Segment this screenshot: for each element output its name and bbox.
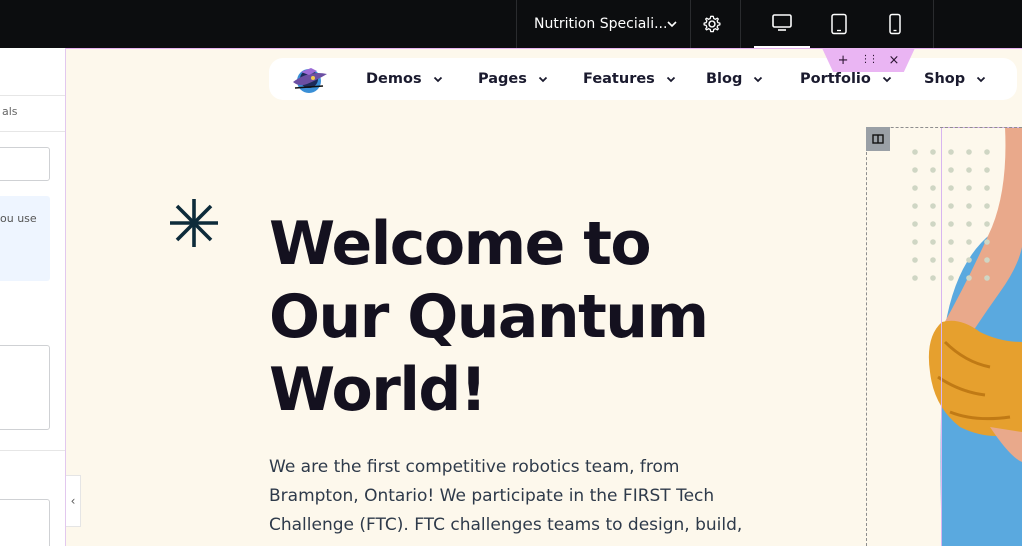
nav-features-label: Features	[583, 71, 655, 87]
chevron-down-icon	[976, 76, 986, 83]
team-logo[interactable]	[287, 62, 331, 96]
chevron-down-icon	[882, 76, 891, 83]
tablet-icon	[831, 13, 847, 35]
hero-headline: Welcome to Our Quantum World!	[269, 208, 709, 427]
chevron-down-icon	[667, 21, 677, 28]
nav-shop[interactable]: Shop	[924, 58, 987, 100]
nav-features[interactable]: Features	[583, 58, 677, 100]
page-selector[interactable]: Nutrition Speciali...	[517, 0, 690, 48]
topbar-divider	[740, 0, 741, 48]
panel-divider	[0, 450, 65, 451]
nav-blog-label: Blog	[706, 71, 743, 87]
drag-handle-icon[interactable]: ⋮⋮	[861, 55, 879, 65]
panel-textarea-2[interactable]	[0, 499, 50, 546]
topbar-divider	[933, 0, 934, 48]
gear-icon[interactable]	[701, 13, 723, 35]
chevron-down-icon	[666, 76, 675, 83]
desktop-icon	[772, 14, 792, 31]
section-toolbar: + ⋮⋮ ×	[822, 48, 915, 72]
nav-pages[interactable]: Pages	[478, 58, 549, 100]
chevron-down-icon	[433, 76, 442, 83]
nav-blog[interactable]: Blog	[706, 58, 764, 100]
hero-paragraph-line: We are the first competitive robotics te…	[269, 457, 680, 477]
left-settings-panel: als ou use	[0, 48, 66, 546]
column-handle-icon[interactable]	[866, 127, 890, 151]
chevron-down-icon	[538, 76, 548, 83]
device-mobile-button[interactable]	[867, 0, 923, 48]
collapse-panel-button[interactable]: ‹	[66, 475, 81, 527]
nav-portfolio-label: Portfolio	[800, 71, 871, 87]
nav-shop-label: Shop	[924, 71, 966, 87]
topbar-divider	[690, 0, 691, 48]
panel-tab-label[interactable]: als	[2, 105, 18, 118]
panel-divider	[0, 131, 65, 132]
panel-text-input[interactable]	[0, 147, 50, 181]
device-tablet-button[interactable]	[811, 0, 867, 48]
hero-headline-line: Welcome to	[269, 209, 652, 279]
panel-divider	[0, 95, 65, 96]
page-selector-label: Nutrition Speciali...	[534, 16, 668, 32]
device-desktop-button[interactable]	[754, 0, 810, 48]
nav-demos[interactable]: Demos	[366, 58, 444, 100]
panel-note-text: ou use	[0, 212, 37, 225]
nav-demos-label: Demos	[366, 71, 422, 87]
editor-topbar: Nutrition Speciali...	[0, 0, 1022, 48]
chevron-down-icon	[754, 76, 763, 83]
column-outline	[866, 127, 1022, 546]
mobile-icon	[889, 13, 901, 35]
panel-textarea[interactable]	[0, 345, 50, 430]
hero-paragraph-line: Challenge (FTC). FTC challenges teams to…	[269, 515, 743, 535]
nav-pages-label: Pages	[478, 71, 527, 87]
hero-paragraph-line: Brampton, Ontario! We participate in the…	[269, 486, 715, 506]
add-section-button[interactable]: +	[838, 54, 849, 67]
hero-paragraph: We are the first competitive robotics te…	[269, 453, 789, 540]
chevron-left-icon: ‹	[70, 494, 76, 508]
asterisk-icon	[170, 199, 218, 247]
hero-headline-line: Our Quantum	[269, 282, 709, 352]
hero-headline-line: World!	[269, 355, 487, 425]
panel-info-note: ou use	[0, 196, 50, 281]
delete-section-button[interactable]: ×	[889, 54, 900, 67]
